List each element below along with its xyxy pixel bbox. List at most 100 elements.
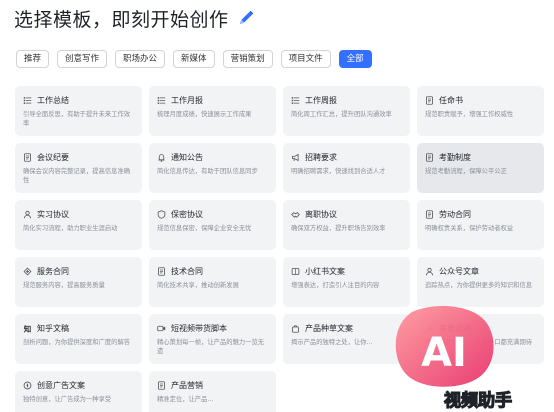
template-card[interactable]: 服务合同规范服务内容，提高服务质量 xyxy=(15,257,142,307)
template-title: 产品营销 xyxy=(171,380,203,390)
template-description: 规范信息保密，保障企业安全无忧 xyxy=(157,225,252,232)
filter-chip[interactable]: 新媒体 xyxy=(173,50,215,68)
template-card[interactable]: 工作周报简化周工作汇总，提升团队沟通效率 xyxy=(283,86,410,136)
template-card-header: 离职协议 xyxy=(291,208,402,220)
compass-icon xyxy=(23,381,32,389)
template-description: 确保会议内容完整记录，提高信息准确性 xyxy=(23,168,131,184)
template-card[interactable]: 短视频带货脚本精心策划每一帧，让产品的魅力一览无遗 xyxy=(149,314,276,364)
template-title: 知乎文稿 xyxy=(37,323,69,333)
template-title: 小红书文案 xyxy=(305,266,345,276)
template-card-header: 任命书 xyxy=(425,94,536,106)
document-icon xyxy=(426,95,433,105)
template-title: 工作总结 xyxy=(37,95,69,105)
template-card-header: 招聘要求 xyxy=(291,151,402,163)
template-description: 精心策划每一帧，让产品的魅力一览无遗 xyxy=(157,339,265,355)
page-title: 选择模板，即刻开始创作 xyxy=(14,8,229,31)
template-title: 创意广告文案 xyxy=(37,380,85,390)
filter-chip[interactable]: 项目文件 xyxy=(280,50,331,68)
template-card[interactable]: 招聘要求明确招聘需求，快速找到合适人才 xyxy=(283,143,410,193)
template-card[interactable]: 技术合同简化技术共享，推动创新发展 xyxy=(149,257,276,307)
list-icon xyxy=(23,96,32,104)
template-card-header: 短视频带货脚本 xyxy=(157,322,268,334)
template-title: 通知公告 xyxy=(171,152,203,162)
template-card-header: 技术合同 xyxy=(157,265,268,277)
template-card[interactable]: 实习协议简化实习流程，助力职业生涯启动 xyxy=(15,200,142,250)
document-icon xyxy=(426,209,433,219)
filter-chip[interactable]: 全部 xyxy=(338,50,372,68)
template-description: 剖析问题，为你提供深度和广度的解答 xyxy=(23,339,131,346)
template-card[interactable]: 劳动合同明确权责关系，保护劳动者权益 xyxy=(417,200,544,250)
template-card-header: 工作总结 xyxy=(23,94,134,106)
template-card-header: 劳动合同 xyxy=(425,208,536,220)
template-description: 规范服务内容，提高服务质量 xyxy=(23,282,105,289)
template-description: 追踪热点，为你提供更多的知识和信息 xyxy=(425,282,533,289)
shield-icon xyxy=(157,209,166,219)
template-card[interactable]: 会议纪要 确保会议内容完整记录，提高信息准确性 xyxy=(15,143,142,193)
list-icon xyxy=(291,96,300,104)
page-heading: 选择模板，即刻开始创作 xyxy=(14,4,255,32)
document-icon xyxy=(426,152,433,162)
megaphone-icon xyxy=(292,153,299,161)
template-title: 离职协议 xyxy=(305,209,337,219)
filter-chip[interactable]: 营销策划 xyxy=(222,50,273,68)
video-icon xyxy=(157,325,166,331)
template-card-header: 知知乎文稿 xyxy=(23,322,134,334)
template-card-header: 创意广告文案 xyxy=(23,379,134,391)
template-card-header: 保密协议 xyxy=(157,208,268,220)
template-card[interactable]: 产品营销精准定位，让产品... xyxy=(149,371,276,412)
template-description: 简化技术共享，推动创新发展 xyxy=(157,282,239,289)
bag-icon xyxy=(292,324,299,333)
template-card-header: 小红书文案 xyxy=(291,265,402,277)
pencil-icon xyxy=(239,10,253,25)
template-description: 简化周工作汇总，提升团队沟通效率 xyxy=(291,111,392,118)
filter-chip[interactable]: 创意写作 xyxy=(57,50,108,68)
diamond-icon xyxy=(23,267,32,275)
template-card-header: 工作周报 xyxy=(291,94,402,106)
template-description: 简化信息传达，有助于团队信息同步 xyxy=(157,168,258,175)
template-card-header: 公众号文章 xyxy=(425,265,536,277)
template-description: 确保双方权益，提升职场告别效率 xyxy=(291,225,386,232)
template-description: 简化实习流程，助力职业生涯启动 xyxy=(23,225,118,232)
ai-watermark-logo: AI 视频助手 xyxy=(395,306,513,412)
template-card[interactable]: 任命书规范职责赋予，增强工作权威性 xyxy=(417,86,544,136)
handshake-icon xyxy=(291,211,300,218)
svg-text:视频助手: 视频助手 xyxy=(444,390,512,411)
template-card[interactable]: 保密协议规范信息保密，保障企业安全无忧 xyxy=(149,200,276,250)
template-title: 保密协议 xyxy=(171,209,203,219)
zhihu-icon: 知 xyxy=(24,324,32,333)
filter-chip[interactable]: 职场办公 xyxy=(115,50,166,68)
template-title: 公众号文章 xyxy=(439,266,479,276)
template-card-header: 工作月报 xyxy=(157,94,268,106)
template-title: 工作周报 xyxy=(305,95,337,105)
template-card[interactable]: 离职协议确保双方权益，提升职场告别效率 xyxy=(283,200,410,250)
template-card-header: 实习协议 xyxy=(23,208,134,220)
template-card-header: 服务合同 xyxy=(23,265,134,277)
template-title: 技术合同 xyxy=(171,266,203,276)
template-description: 明确权责关系，保护劳动者权益 xyxy=(425,225,514,232)
template-description: 精准定位，让产品... xyxy=(157,396,214,403)
document-icon xyxy=(158,266,165,276)
book-icon xyxy=(291,267,300,275)
person-icon xyxy=(425,267,434,275)
template-description: 独特创意，让广告成为一种享受 xyxy=(23,396,112,403)
template-card[interactable]: 创意广告文案独特创意，让广告成为一种享受 xyxy=(15,371,142,412)
template-card-header: 通知公告 xyxy=(157,151,268,163)
template-card[interactable]: 考勤制度 规范考勤流程，保障公平公正 xyxy=(417,143,544,193)
list-icon xyxy=(157,96,166,104)
template-description: 明确招聘需求，快速找到合适人才 xyxy=(291,168,386,175)
template-description: 规范考勤流程，保障公平公正 xyxy=(425,168,507,175)
template-description: 规范职责赋予，增强工作权威性 xyxy=(425,111,514,118)
svg-text:AI: AI xyxy=(421,330,467,376)
template-title: 招聘要求 xyxy=(305,152,337,162)
template-title: 任命书 xyxy=(439,95,463,105)
filter-chip[interactable]: 推荐 xyxy=(16,50,50,68)
category-filter-bar: 推荐 创意写作 职场办公 新媒体 营销策划 项目文件 全部 xyxy=(16,50,372,68)
template-title: 实习协议 xyxy=(37,209,69,219)
template-title: 短视频带货脚本 xyxy=(171,323,227,333)
template-card[interactable]: 工作月报 梳理月度成绩，快速展示工作成果 xyxy=(149,86,276,136)
template-card[interactable]: 工作总结引导全面反思，有助于提升未来工作效率 xyxy=(15,86,142,136)
template-description: 增强表达，打造引人注目的内容 xyxy=(291,282,380,289)
template-card[interactable]: 通知公告简化信息传达，有助于团队信息同步 xyxy=(149,143,276,193)
template-description: 引导全面反思，有助于提升未来工作效率 xyxy=(23,111,131,127)
template-card[interactable]: 知知乎文稿剖析问题，为你提供深度和广度的解答 xyxy=(15,314,142,364)
